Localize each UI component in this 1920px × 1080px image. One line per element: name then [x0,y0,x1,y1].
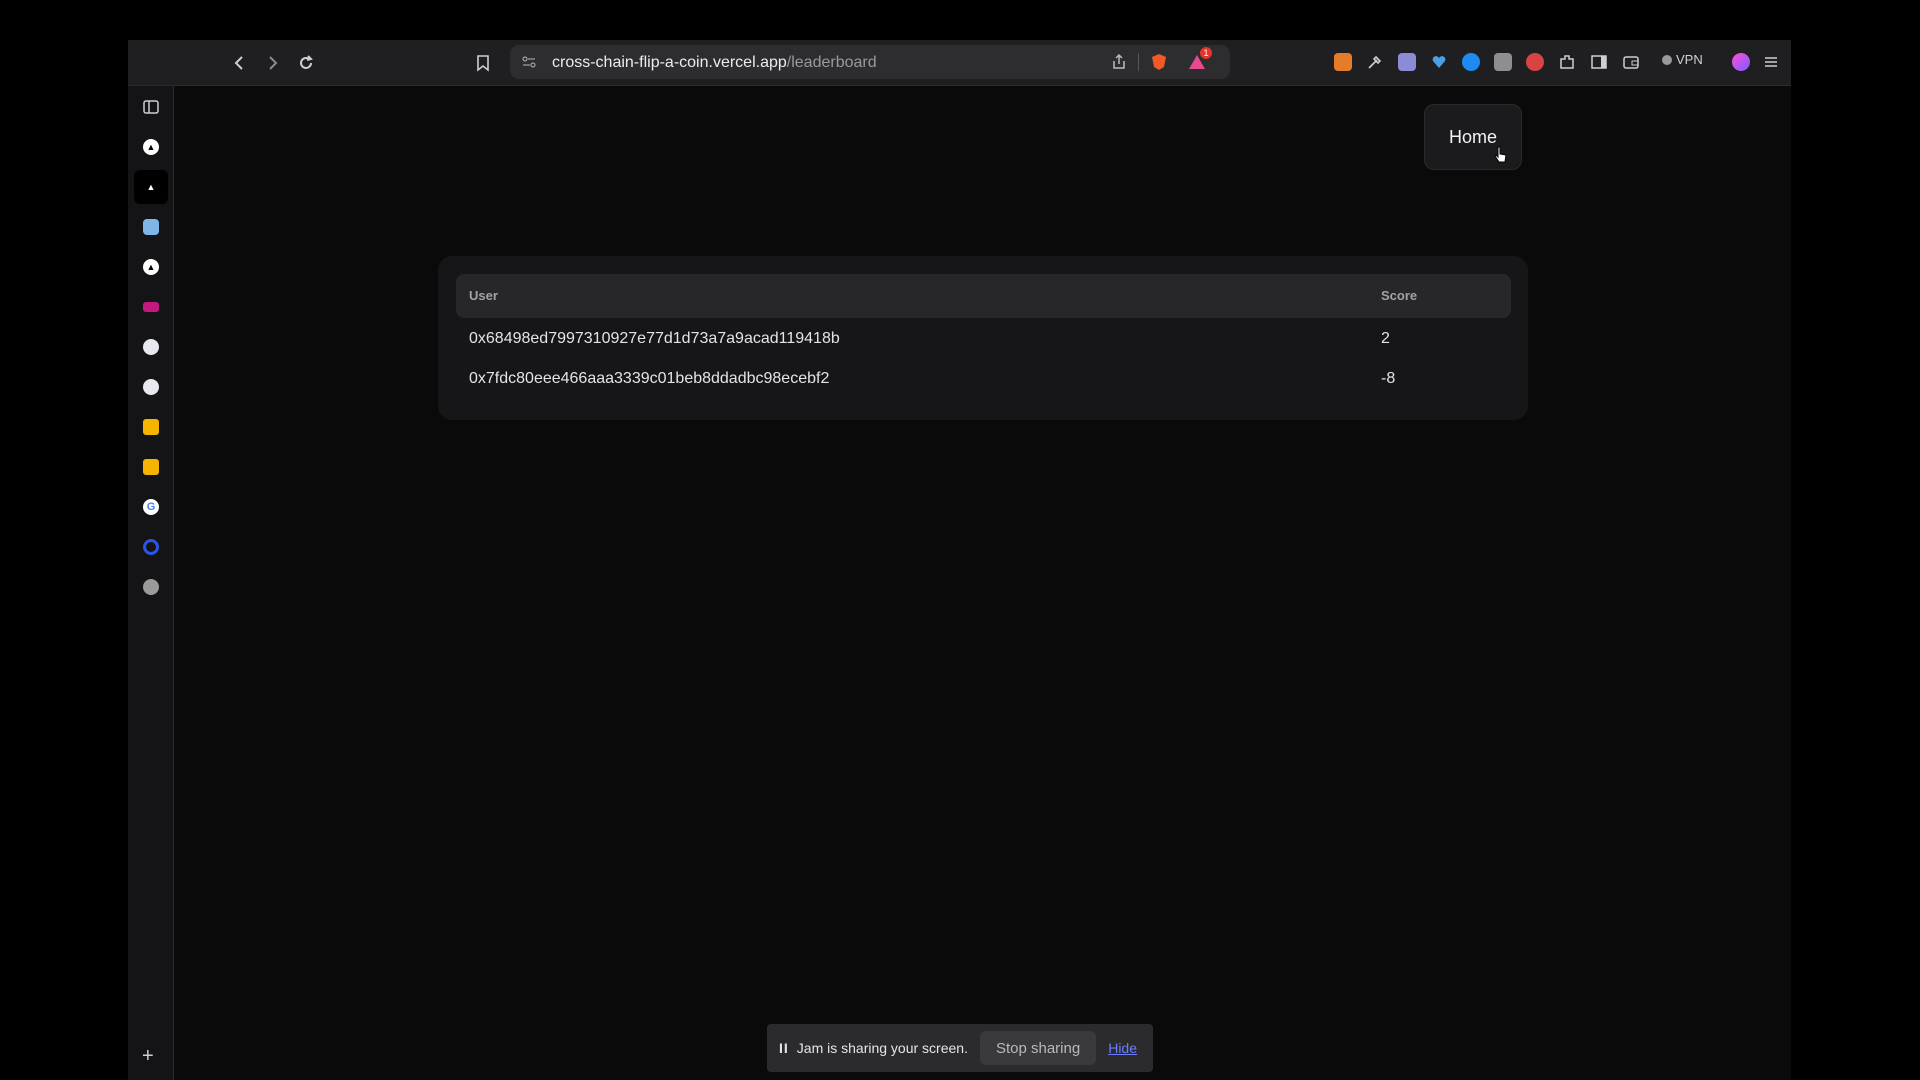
url-text[interactable]: cross-chain-flip-a-coin.vercel.app/leade… [552,54,877,72]
add-icon[interactable]: + [142,1045,154,1068]
triangle-app-icon: ▲ [143,259,159,275]
red-extension-icon[interactable] [1526,53,1544,71]
chevron-left-icon [234,56,243,70]
vpn-status-icon [1662,54,1672,65]
url-path: /leaderboard [786,54,877,71]
user-score: -8 [1381,370,1396,387]
yellow-slides-icon [143,459,159,475]
sidebar-panel-icon[interactable] [1590,53,1608,71]
chain-app-icon [143,339,159,355]
brave-rewards-icon[interactable]: 1 [1186,47,1212,73]
divider [1138,53,1139,71]
sidebar-toggle-button[interactable] [134,90,168,124]
chevron-right-icon [269,56,278,70]
sidebar-item-app-3[interactable] [134,210,168,244]
metamask-extension-icon[interactable] [1334,53,1352,71]
pink-app-icon [143,302,159,312]
sidebar-item-app-8[interactable] [134,410,168,444]
table-row: 0x7fdc80eee466aaa3339c01beb8ddadbc98eceb… [456,360,1511,400]
notification-badge: 1 [1200,47,1212,59]
vpn-button[interactable]: VPN [1662,52,1703,67]
screen-share-bar: II Jam is sharing your screen. Stop shar… [767,1024,1153,1072]
eyedropper-extension-icon[interactable] [1366,53,1384,71]
blue-ring-icon [143,539,159,555]
table-header: User Score [456,274,1511,318]
triangle-app-icon: ▲ [146,182,156,192]
stop-sharing-button[interactable]: Stop sharing [979,1031,1097,1065]
table-row: 0x68498ed7997310927e77d1d73a7a9acad11941… [456,320,1511,360]
ghost-app-icon [143,219,159,235]
sidebar-item-app-12[interactable] [134,570,168,604]
triangle-app-icon: ▲ [143,139,159,155]
address-bar[interactable]: cross-chain-flip-a-coin.vercel.app/leade… [510,45,1230,79]
column-header-score: Score [1381,288,1418,303]
user-address: 0x68498ed7997310927e77d1d73a7a9acad11941… [469,330,840,347]
browser-window: cross-chain-flip-a-coin.vercel.app/leade… [128,40,1791,1080]
leo-ai-icon[interactable] [1732,53,1750,71]
chain-app-icon [143,379,159,395]
vpn-label: VPN [1676,52,1703,67]
browser-sidebar: ▲ ▲ ▲ G + [128,86,174,1080]
blue-extension-icon[interactable] [1462,53,1480,71]
leaderboard-card: User Score 0x68498ed7997310927e77d1d73a7… [438,256,1528,420]
google-icon: G [143,499,159,515]
sidebar-item-app-9[interactable] [134,450,168,484]
back-button[interactable] [228,51,252,75]
puzzle-extensions-icon[interactable] [1558,53,1576,71]
site-settings-icon[interactable] [520,53,538,71]
grey-extension-icon[interactable] [1494,53,1512,71]
sidebar-item-app-2[interactable]: ▲ [134,170,168,204]
globe-icon [143,579,159,595]
sidebar-item-app-6[interactable] [134,330,168,364]
heart-extension-icon[interactable] [1430,53,1448,71]
hide-link[interactable]: Hide [1108,1040,1137,1056]
user-address: 0x7fdc80eee466aaa3339c01beb8ddadbc98eceb… [469,370,830,387]
yellow-slides-icon [143,419,159,435]
share-icon[interactable] [1110,53,1128,71]
pointer-cursor-icon [1494,146,1507,163]
sidebar-item-app-11[interactable] [134,530,168,564]
wallet-icon[interactable] [1622,53,1640,71]
sidebar-item-app-1[interactable]: ▲ [134,130,168,164]
bookmark-button[interactable] [471,51,495,75]
sidebar-item-app-7[interactable] [134,370,168,404]
column-header-user: User [469,288,498,303]
sidebar-toggle-icon [143,100,159,114]
user-score: 2 [1381,330,1390,347]
chart-extension-icon[interactable] [1398,53,1416,71]
menu-icon[interactable] [1762,53,1780,71]
sidebar-item-app-4[interactable]: ▲ [134,250,168,284]
forward-button[interactable] [260,51,284,75]
browser-toolbar: cross-chain-flip-a-coin.vercel.app/leade… [128,40,1791,86]
reload-icon [300,55,313,69]
reload-button[interactable] [294,51,318,75]
page-content: Home User Score 0x68498ed7997310927e77d1… [174,86,1791,1080]
sidebar-item-app-10[interactable]: G [134,490,168,524]
url-host: cross-chain-flip-a-coin.vercel.app [552,54,787,71]
share-message: Jam is sharing your screen. [796,1040,968,1056]
brave-shield-icon[interactable] [1150,53,1168,71]
sidebar-item-app-5[interactable] [134,290,168,324]
pause-icon: II [779,1040,789,1056]
bookmark-icon [477,55,489,72]
